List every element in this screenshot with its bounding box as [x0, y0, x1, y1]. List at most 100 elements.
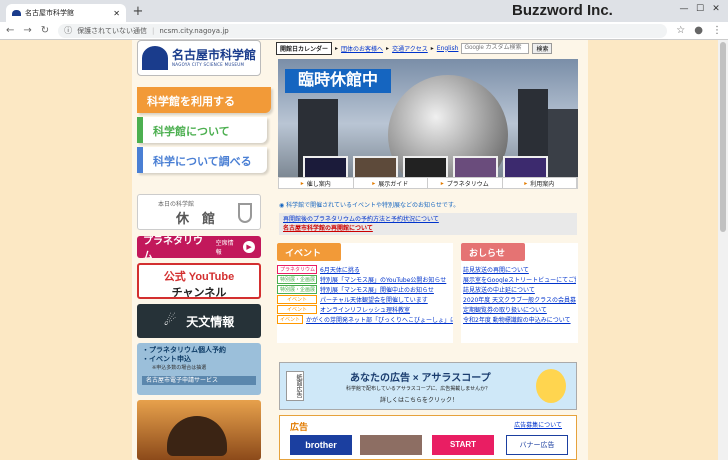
logo-subtext: NAGOYA CITY SCIENCE MUSEUM: [172, 62, 245, 67]
today-label: 本日の科学館: [158, 201, 195, 208]
reserve-line1: ・プラネタリウム個人予約: [142, 346, 226, 354]
telescope-icon: ☄: [163, 313, 177, 329]
hero-image[interactable]: 臨時休館中: [278, 59, 578, 189]
mammoth-icon: [167, 416, 227, 456]
event-link[interactable]: オンラインリフレッシュ理科教室: [320, 305, 410, 314]
browser-tab[interactable]: 名古屋市科学館 ✕: [6, 4, 126, 22]
news-row[interactable]: 誌見放送の中止延について: [463, 284, 576, 294]
events-list: プラネタリウム 6月天体に挑る 特別展・企画展 特別展「マンモス展」のYouTube公…: [277, 261, 453, 327]
news-link[interactable]: 令和2年度 動物標識館の申込みについて: [463, 315, 571, 324]
nav-usage[interactable]: ▸ 利用案内: [503, 178, 577, 188]
url-field[interactable]: ⓘ 保護されていない通信 | ncsm.city.nagoya.jp: [58, 23, 668, 38]
top-links: 開館日カレンダー ▸団体のお客様へ ▸交通アクセス ▸English 検索: [276, 41, 588, 55]
event-link[interactable]: 特別展「マンモス展」開催中止のお知らせ: [320, 285, 434, 294]
bookmark-star-icon[interactable]: ☆: [676, 25, 685, 36]
news-list: 誌見放送の再開について 展示室をGoogleストリートビューにてご覧… 誌見放送の中…: [461, 261, 578, 327]
play-icon: ▶: [243, 241, 255, 253]
event-row[interactable]: プラネタリウム 6月天体に挑る: [277, 264, 453, 274]
close-tab-icon[interactable]: ✕: [113, 9, 120, 18]
news-row[interactable]: 令和2年度 動物標識館の申込みについて: [463, 314, 576, 324]
reserve-line4: 名古屋市電子申請サービス: [142, 376, 256, 385]
tab-use-museum[interactable]: 科学館を利用する: [137, 87, 271, 113]
arrow-icon: ▸: [300, 179, 304, 187]
event-row[interactable]: 特別展・企画展 特別展「マンモス展」のYouTube公開お知らせ: [277, 274, 453, 284]
nav-planetarium[interactable]: ▸ プラネタリウム: [428, 178, 503, 188]
ad-brother[interactable]: brother: [290, 435, 352, 455]
astronomy-label: 天文情報: [186, 314, 235, 329]
news-row[interactable]: 定期観覧券の取り扱いについて: [463, 304, 576, 314]
event-link[interactable]: 特別展「マンモス展」のYouTube公開お知らせ: [320, 275, 446, 284]
event-link[interactable]: 6月天体に挑る: [320, 265, 360, 274]
reservation-button[interactable]: ・プラネタリウム個人予約 ・イベント申込 ※申込多数の場合は抽選 名古屋市電子申…: [137, 343, 261, 395]
profile-icon[interactable]: ●: [694, 25, 703, 36]
group-link[interactable]: 団体のお客様へ: [341, 44, 383, 53]
favicon-icon: [12, 10, 21, 16]
tab-about-museum[interactable]: 科学館について: [137, 117, 267, 143]
event-row[interactable]: イベントかがくの芽開発ネット部「ぴっくりへこびょーしょ」について: [277, 314, 453, 324]
notice-link-reopen[interactable]: 名古屋市科学館の再開館について: [283, 224, 573, 233]
forward-icon[interactable]: →: [23, 25, 31, 36]
calendar-link[interactable]: 開館日カレンダー: [276, 41, 333, 55]
astronomy-info-button[interactable]: ☄ 天文情報: [137, 304, 261, 338]
mammoth-exhibit-banner[interactable]: [137, 400, 261, 460]
today-status-box[interactable]: 本日の科学館 休 館: [137, 194, 261, 230]
event-row[interactable]: 特別展・企画展 特別展「マンモス展」開催中止のお知らせ: [277, 284, 453, 294]
event-link[interactable]: パーチャル天体観望会を開催しています: [320, 295, 428, 304]
new-tab-button[interactable]: +: [130, 5, 146, 20]
event-row[interactable]: イベント オンラインリフレッシュ理科教室: [277, 304, 453, 314]
event-link[interactable]: かがくの芽開発ネット部「ぴっくりへこびょーしょ」について: [306, 315, 453, 324]
tab-research-science[interactable]: 科学について調べる: [137, 147, 267, 173]
news-link[interactable]: 2020年度 天文クラブ一般クラスの会員募集: [463, 295, 576, 304]
reload-icon[interactable]: ↻: [41, 25, 49, 36]
scrollbar[interactable]: [718, 40, 728, 460]
search-input[interactable]: [461, 42, 530, 54]
event-tag: プラネタリウム: [277, 264, 317, 274]
access-link[interactable]: 交通アクセス: [392, 44, 428, 53]
page-content: 名古屋市科学館 NAGOYA CITY SCIENCE MUSEUM 科学館を利…: [0, 40, 718, 460]
ads-recruit-link[interactable]: 広告募集について: [514, 420, 562, 429]
url-text: ncsm.city.nagoya.jp: [159, 26, 229, 35]
today-status: 休 館: [176, 211, 216, 226]
news-link[interactable]: 展示室をGoogleストリートビューにてご覧…: [463, 275, 576, 284]
nav-events[interactable]: ▸ 催し案内: [279, 178, 354, 188]
event-row[interactable]: イベント パーチャル天体観望会を開催しています: [277, 294, 453, 304]
news-link[interactable]: 定期観覧券の取り扱いについて: [463, 305, 547, 314]
ad-start[interactable]: START: [432, 435, 494, 455]
news-link[interactable]: 誌見放送の再開について: [463, 265, 529, 274]
nav-label: 利用案内: [530, 180, 555, 188]
planetarium-seat-button[interactable]: プラネタリウム 空席情報 ▶: [137, 236, 261, 258]
search-button[interactable]: 検索: [532, 42, 553, 54]
site-logo[interactable]: 名古屋市科学館 NAGOYA CITY SCIENCE MUSEUM: [137, 40, 261, 76]
news-row[interactable]: 展示室をGoogleストリートビューにてご覧…: [463, 274, 576, 284]
flask-icon: [238, 203, 252, 223]
news-heading: おしらせ: [461, 243, 525, 261]
nav-exhibit-guide[interactable]: ▸ 展示ガイド: [354, 178, 428, 188]
maximize-icon[interactable]: ☐: [694, 4, 706, 16]
back-icon[interactable]: ←: [6, 25, 14, 36]
arrow-icon: ▸: [524, 179, 528, 187]
news-row[interactable]: 2020年度 天文クラブ一般クラスの会員募集: [463, 294, 576, 304]
youtube-channel-button[interactable]: 公式 YouTube チャンネル: [137, 263, 261, 299]
english-link[interactable]: English: [437, 45, 459, 52]
news-link[interactable]: 誌見放送の中止延について: [463, 285, 535, 294]
ad-banner-placeholder[interactable]: バナー広告: [506, 435, 568, 455]
minimize-icon[interactable]: —: [678, 4, 690, 16]
news-panel: おしらせ 誌見放送の再開について 展示室をGoogleストリートビューにてご覧… 誌…: [461, 243, 578, 343]
event-tag: イベント: [277, 294, 317, 304]
planetarium-label: プラネタリウム: [143, 236, 203, 258]
ad-banner-body: 科学館で配布しているアサラスコープに、広告掲載しませんか？: [346, 386, 491, 392]
tab-title: 名古屋市科学館: [25, 9, 74, 17]
ad-thumbnail[interactable]: [360, 435, 422, 455]
event-tag: 特別展・企画展: [277, 274, 317, 284]
menu-icon[interactable]: ⋮: [712, 25, 722, 36]
ad-banner[interactable]: 紙面広告 あなたの広告 × アサラスコープ 科学館で配布しているアサラスコープに…: [279, 362, 577, 410]
news-row[interactable]: 誌見放送の再開について: [463, 264, 576, 274]
event-tag: イベント: [277, 314, 304, 324]
notice-link-reservation[interactable]: 再開館後のプラネタリウムの予約方法と予約状況について: [283, 215, 573, 224]
scrollbar-thumb[interactable]: [720, 42, 726, 232]
youtube-line2: チャンネル: [171, 287, 227, 299]
events-heading: イベント: [277, 243, 341, 261]
info-icon[interactable]: ⓘ: [64, 25, 72, 36]
window-close-icon[interactable]: ✕: [710, 4, 722, 16]
ad-banner-cta: 詳しくはこちらをクリック！: [380, 397, 459, 404]
